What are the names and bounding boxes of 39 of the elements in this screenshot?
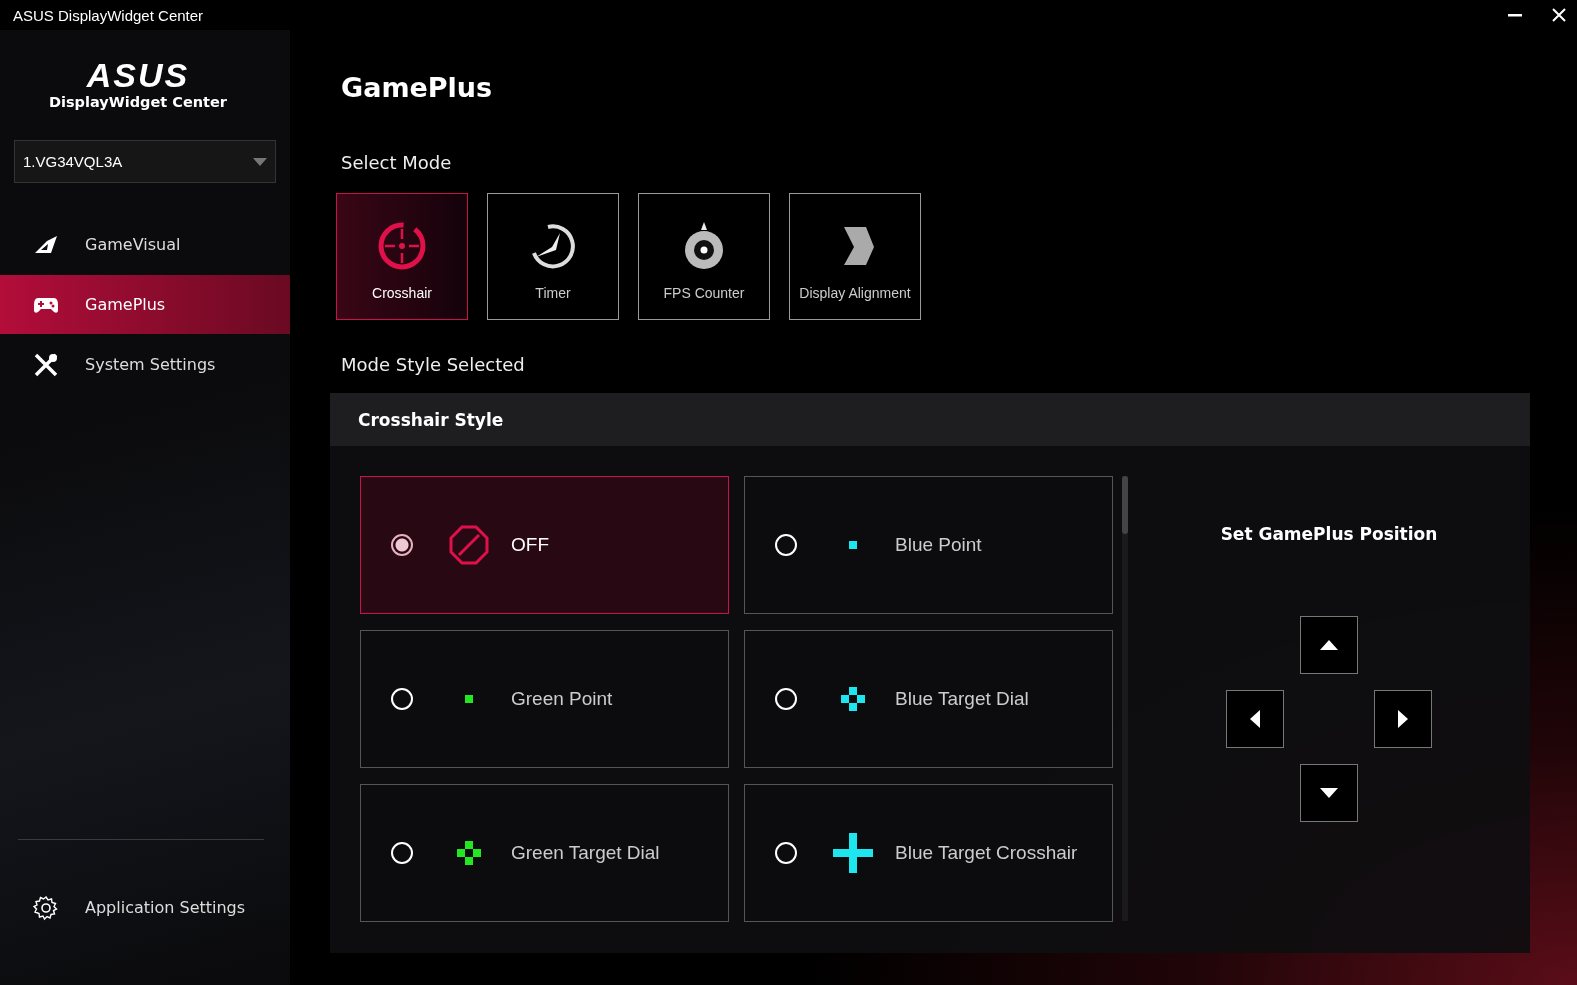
arrow-button[interactable]	[1374, 690, 1432, 748]
scrollbar[interactable]	[1122, 476, 1128, 921]
mode-tile[interactable]: FPS Counter	[638, 193, 770, 320]
close-icon[interactable]	[1551, 7, 1567, 23]
panel-title: Crosshair Style	[358, 409, 504, 430]
nav-item[interactable]: GamePlus	[0, 275, 290, 334]
section-label: Mode Style Selected	[341, 354, 526, 375]
settings-icon	[33, 894, 59, 921]
triangle-icon	[1398, 710, 1408, 728]
mode-tile[interactable]: Display Alignment	[789, 193, 921, 320]
section-label: Select Mode	[341, 152, 453, 173]
crosshair-icon	[377, 221, 427, 271]
arrow-button[interactable]	[1226, 690, 1284, 748]
style-option[interactable]: OFF	[360, 476, 729, 614]
brand-logo: ASUS	[86, 58, 190, 92]
position-title: Set GamePlus Position	[1220, 524, 1438, 544]
mode-tile[interactable]: Crosshair	[336, 193, 468, 320]
triangle-icon	[1320, 640, 1338, 650]
mode-tile[interactable]: Timer	[487, 193, 619, 320]
nav-item[interactable]: System Settings	[0, 335, 290, 394]
application-settings-item[interactable]: Application Settings	[0, 878, 290, 937]
style-option[interactable]: Blue Target Dial	[744, 630, 1113, 768]
triangle-icon	[1250, 710, 1260, 728]
page-title: GamePlus	[341, 71, 494, 105]
style-option[interactable]: Green Target Dial	[360, 784, 729, 922]
window-title: ASUS DisplayWidget Center	[13, 6, 204, 24]
nav-item[interactable]: GameVisual	[0, 215, 290, 274]
style-option[interactable]: Blue Target Crosshair	[744, 784, 1113, 922]
monitor-dropdown[interactable]: 1.VG34VQL3A	[14, 140, 276, 183]
arrow-button[interactable]	[1300, 616, 1358, 674]
tools-icon	[33, 351, 59, 378]
style-option[interactable]: Blue Point	[744, 476, 1113, 614]
arrow-button[interactable]	[1300, 764, 1358, 822]
radio-button[interactable]	[391, 534, 413, 556]
caret-icon	[253, 157, 267, 166]
app-name: DisplayWidget Center	[49, 94, 227, 110]
triangle-icon	[1320, 788, 1338, 798]
speed-wing-icon	[33, 234, 59, 255]
style-option[interactable]: Green Point	[360, 630, 729, 768]
